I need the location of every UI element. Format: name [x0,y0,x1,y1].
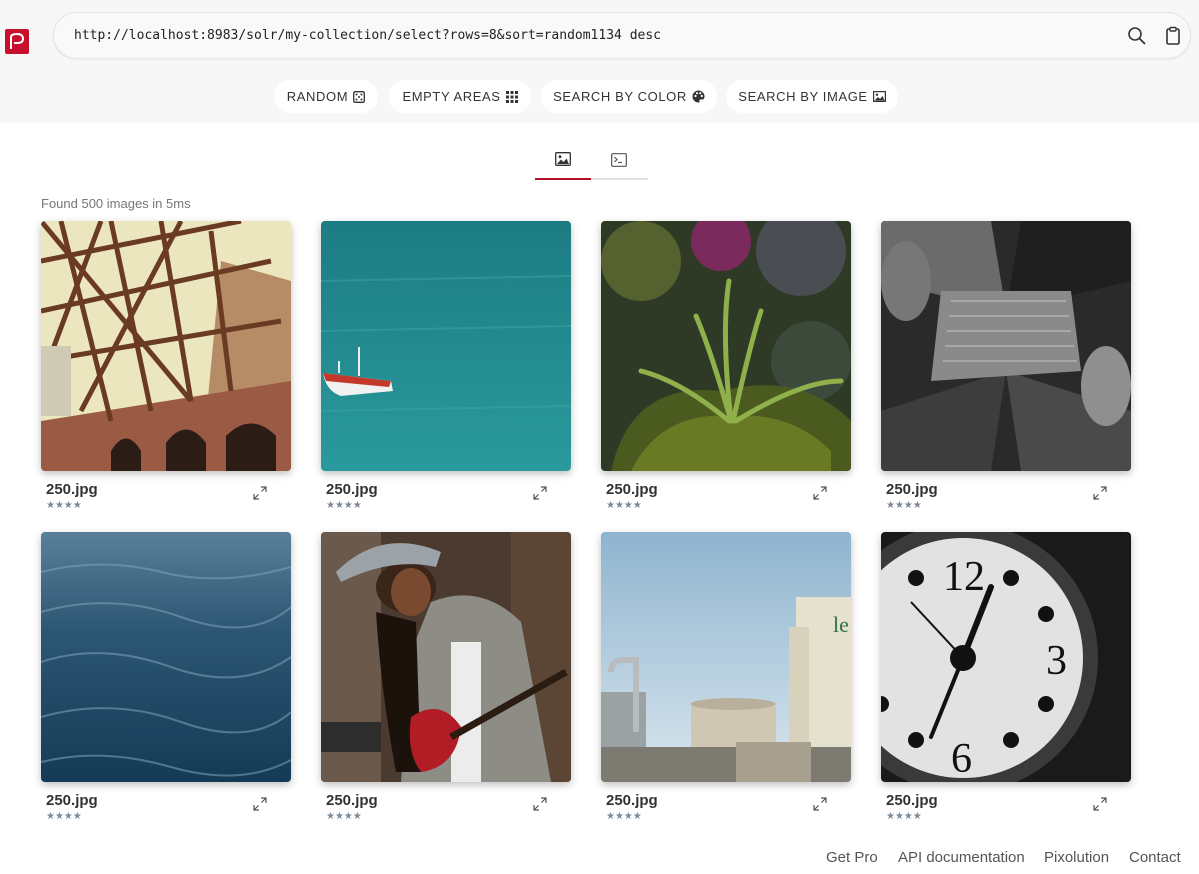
view-tabs [535,140,648,180]
image-filename: 250.jpg [46,792,98,809]
image-card[interactable]: 250.jpg ★★★★ [601,221,851,511]
random-button[interactable]: RANDOM [274,80,378,113]
image-filename: 250.jpg [886,481,938,498]
search-by-color-button-label: SEARCH BY COLOR [553,89,687,104]
clipboard-icon[interactable] [1163,26,1183,46]
image-filename: 250.jpg [326,481,378,498]
search-by-color-button[interactable]: SEARCH BY COLOR [541,80,717,113]
footer-link-api-documentation[interactable]: API documentation [898,849,1025,866]
query-bar[interactable]: http://localhost:8983/solr/my-collection… [53,12,1191,59]
rating-stars: ★★★★ [886,811,922,822]
query-text[interactable]: http://localhost:8983/solr/my-collection… [74,28,661,43]
image-card[interactable]: 250.jpg ★★★★ [41,221,291,511]
footer-link-pixolution[interactable]: Pixolution [1044,849,1109,866]
results-summary: Found 500 images in 5ms [41,196,191,211]
image-card[interactable]: 250.jpg ★★★★ [41,532,291,822]
palette-icon [692,90,705,103]
svg-text:le: le [833,612,849,637]
expand-icon[interactable] [253,486,267,500]
image-thumbnail[interactable] [321,532,571,782]
image-thumbnail[interactable] [881,221,1131,471]
rating-stars: ★★★★ [886,500,922,511]
expand-icon[interactable] [1093,797,1107,811]
footer-link-get-pro[interactable]: Get Pro [826,849,878,866]
expand-icon[interactable] [813,797,827,811]
image-card[interactable]: 250.jpg ★★★★ [881,221,1131,511]
top-bar: http://localhost:8983/solr/my-collection… [0,0,1199,123]
image-thumbnail[interactable]: 12 3 6 [881,532,1131,782]
image-card[interactable]: 250.jpg ★★★★ [321,532,571,822]
image-thumbnail[interactable] [41,221,291,471]
image-thumbnail[interactable] [601,221,851,471]
svg-text:6: 6 [951,736,972,782]
rating-stars: ★★★★ [326,500,362,511]
footer-link-contact[interactable]: Contact [1129,849,1181,866]
expand-icon[interactable] [813,486,827,500]
image-thumbnail[interactable] [41,532,291,782]
image-filename: 250.jpg [606,792,658,809]
image-filename: 250.jpg [886,792,938,809]
image-card[interactable]: 12 3 6 250.jpg ★★★★ [881,532,1131,822]
rating-stars: ★★★★ [46,811,82,822]
search-by-image-button[interactable]: SEARCH BY IMAGE [726,80,898,113]
image-thumbnail[interactable]: le [601,532,851,782]
rating-stars: ★★★★ [606,500,642,511]
svg-text:12: 12 [943,554,985,600]
rating-stars: ★★★★ [46,500,82,511]
image-card[interactable]: le 250.jpg ★★★★ [601,532,851,822]
empty-areas-button[interactable]: EMPTY AREAS [389,80,531,113]
tab-json-view[interactable] [591,140,647,180]
grid-icon [505,90,518,103]
logo-icon[interactable] [5,29,29,54]
expand-icon[interactable] [533,486,547,500]
image-thumbnail[interactable] [321,221,571,471]
image-card[interactable]: 250.jpg ★★★★ [321,221,571,511]
search-by-image-button-label: SEARCH BY IMAGE [738,89,868,104]
rating-stars: ★★★★ [326,811,362,822]
terminal-icon [611,153,627,167]
expand-icon[interactable] [533,797,547,811]
image-filename: 250.jpg [606,481,658,498]
image-icon [555,152,571,166]
random-button-label: RANDOM [286,89,349,104]
dice-icon [353,90,366,103]
image-filename: 250.jpg [46,481,98,498]
expand-icon[interactable] [253,797,267,811]
rating-stars: ★★★★ [606,811,642,822]
image-filename: 250.jpg [326,792,378,809]
empty-areas-button-label: EMPTY AREAS [402,89,501,104]
svg-text:3: 3 [1046,638,1067,684]
expand-icon[interactable] [1093,486,1107,500]
search-icon[interactable] [1127,26,1147,46]
tab-image-view[interactable] [535,140,591,180]
image-icon [872,91,886,102]
